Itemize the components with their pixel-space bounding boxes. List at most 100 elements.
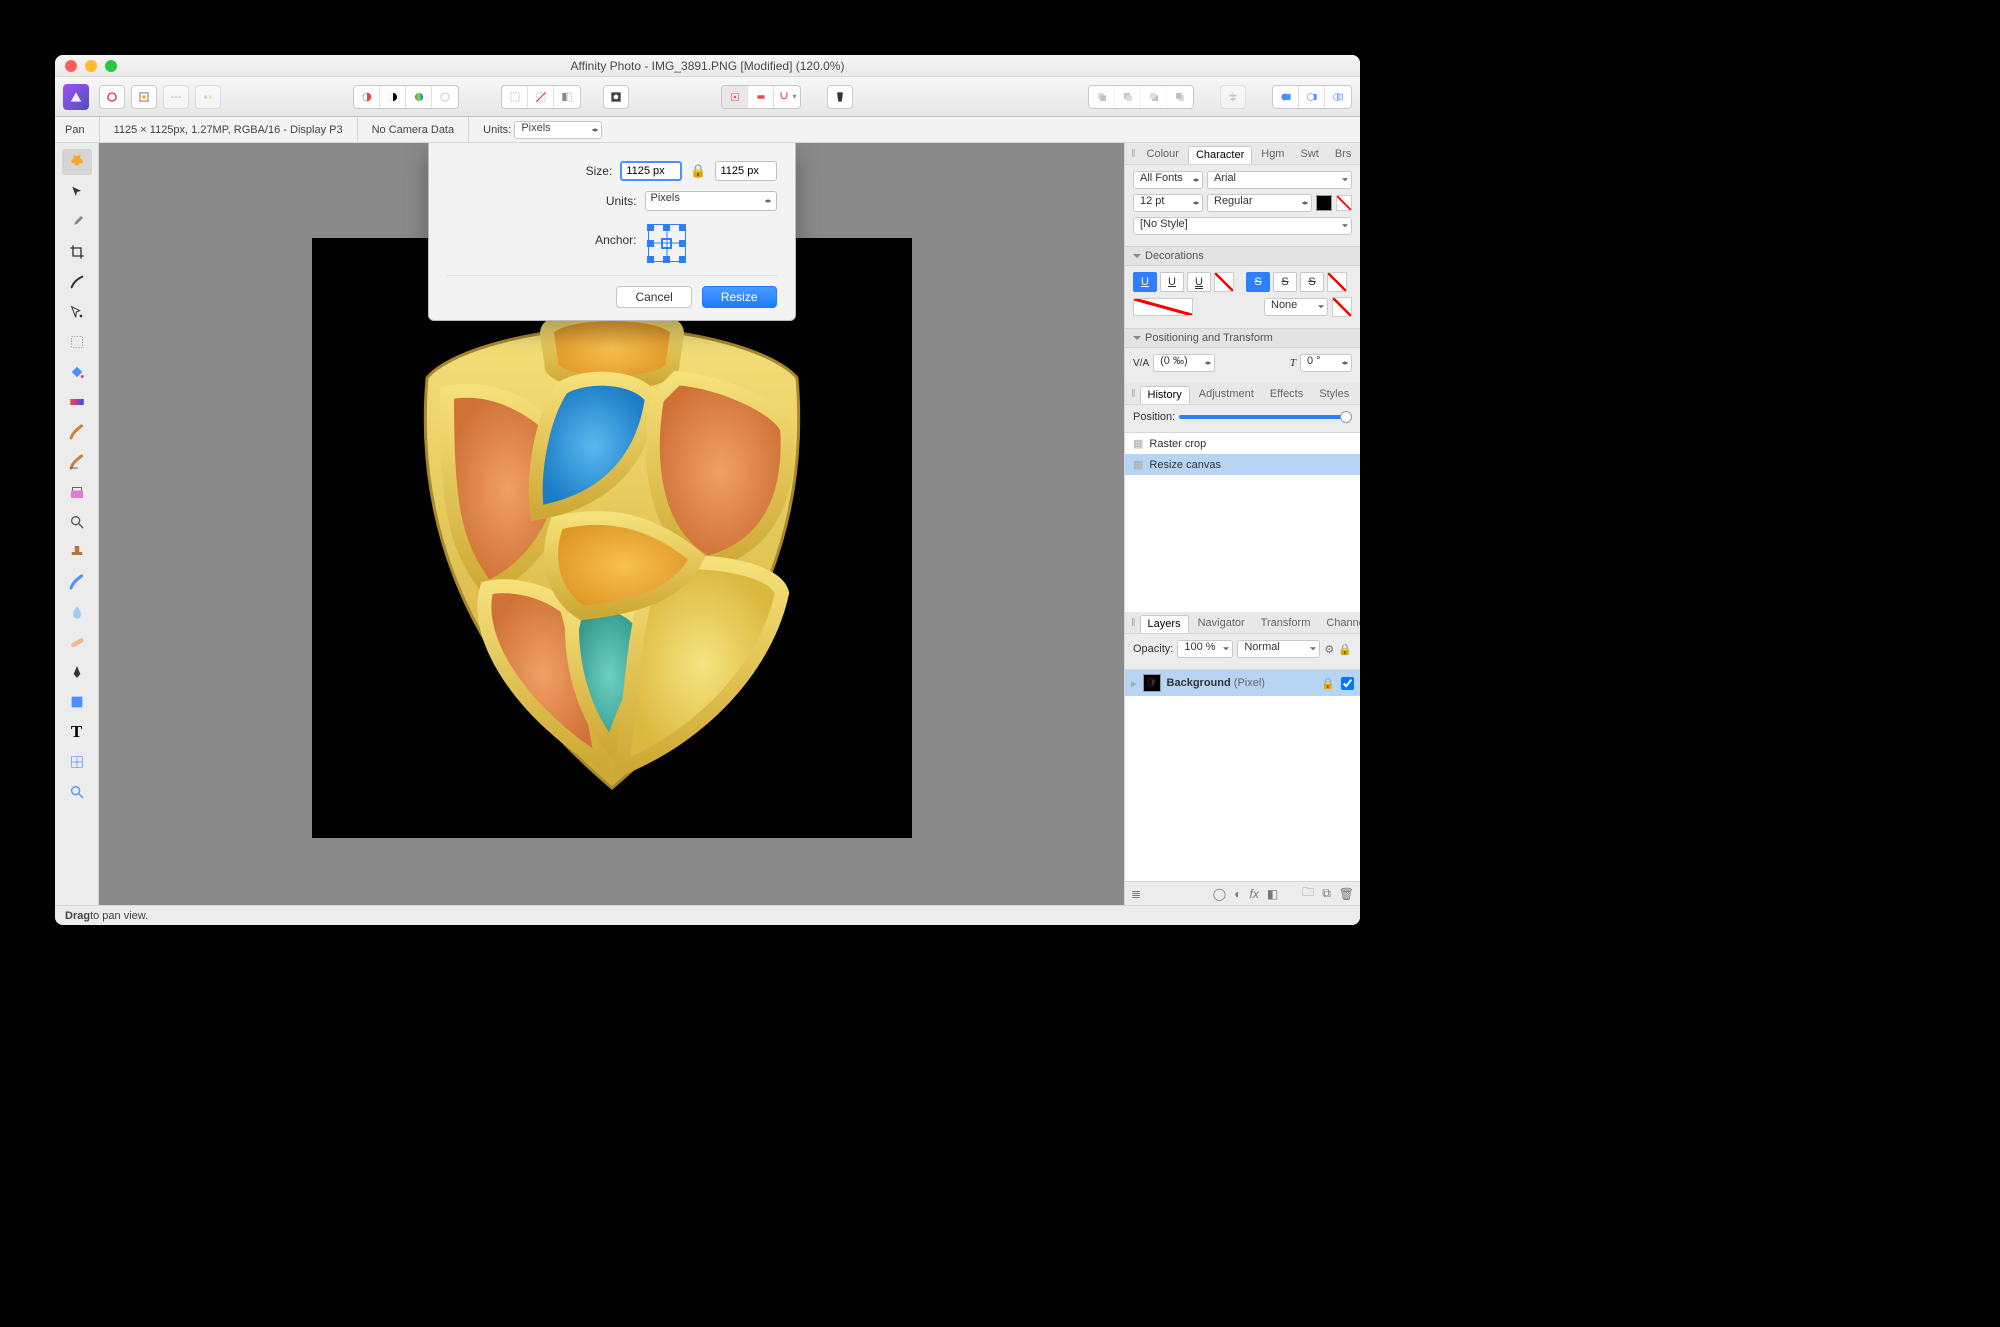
deselect-button[interactable] <box>528 86 554 108</box>
lock-layers-icon[interactable]: 🔒 <box>1338 643 1352 656</box>
paint-brush-tool[interactable] <box>62 419 92 445</box>
group-icon[interactable]: 🗀 <box>1302 883 1314 904</box>
style-preset-select[interactable]: [No Style] <box>1133 217 1352 235</box>
move-backward-button[interactable] <box>1115 86 1141 108</box>
add-button[interactable] <box>1273 86 1299 108</box>
decor-none-select[interactable]: None <box>1264 298 1328 316</box>
tab-swt[interactable]: Swt <box>1293 146 1325 162</box>
blur-tool[interactable] <box>62 599 92 625</box>
delete-layer-icon[interactable]: 🗑 <box>1339 887 1354 901</box>
photo-persona-button[interactable] <box>63 84 89 110</box>
crop-tool[interactable] <box>62 239 92 265</box>
smudge-tool[interactable] <box>62 569 92 595</box>
kerning-input[interactable]: (0 ‰) <box>1153 354 1215 372</box>
size-height-input[interactable] <box>715 161 777 181</box>
tab-colour[interactable]: Colour <box>1140 146 1186 162</box>
dialog-units-select[interactable]: Pixels <box>645 191 777 211</box>
clone-brush-tool[interactable] <box>62 479 92 505</box>
canvas-viewport[interactable]: Size: 🔒 Units: Pixels Anchor: <box>99 143 1124 905</box>
force-pixel-align-button[interactable] <box>748 86 774 108</box>
anchor-grid[interactable] <box>645 221 689 265</box>
tone-map-persona-button[interactable] <box>163 85 189 109</box>
add-layer-icon[interactable]: ⧉ <box>1322 886 1331 901</box>
move-back-button[interactable] <box>1089 86 1115 108</box>
flood-select-tool[interactable] <box>62 299 92 325</box>
mask-icon[interactable]: ◯ <box>1213 887 1226 901</box>
strike-button[interactable]: S <box>1246 272 1270 292</box>
move-forward-button[interactable] <box>1141 86 1167 108</box>
font-collection-select[interactable]: All Fonts <box>1133 171 1203 189</box>
subtract-button[interactable] <box>1299 86 1325 108</box>
intersect-button[interactable] <box>1325 86 1351 108</box>
layer-stack-icon[interactable]: ≣ <box>1131 887 1141 901</box>
rectangle-tool[interactable] <box>62 689 92 715</box>
zoom-window-button[interactable] <box>105 60 117 72</box>
auto-levels-button[interactable] <box>354 86 380 108</box>
zoom-tool[interactable] <box>62 779 92 805</box>
text-tool[interactable]: T <box>62 719 92 745</box>
adjust-icon[interactable]: ◐ <box>1234 887 1241 901</box>
layer-row[interactable]: ▸ 🛡 Background (Pixel) 🔒 <box>1125 670 1360 696</box>
snap-options-button[interactable]: ▾ <box>774 86 800 108</box>
history-position-slider[interactable] <box>1179 415 1352 419</box>
tab-effects[interactable]: Effects <box>1263 386 1310 402</box>
tab-history[interactable]: History <box>1140 386 1190 404</box>
snap-button[interactable] <box>722 86 748 108</box>
tab-hgm[interactable]: Hgm <box>1254 146 1291 162</box>
blend-mode-select[interactable]: Normal <box>1237 640 1320 658</box>
invert-selection-button[interactable] <box>554 86 580 108</box>
auto-white-balance-button[interactable] <box>432 86 458 108</box>
resize-button[interactable]: Resize <box>702 286 777 308</box>
tab-adjustment[interactable]: Adjustment <box>1192 386 1261 402</box>
strike3-button[interactable]: S <box>1300 272 1324 292</box>
close-window-button[interactable] <box>65 60 77 72</box>
history-item[interactable]: ▦Resize canvas <box>1125 454 1360 475</box>
select-all-button[interactable] <box>502 86 528 108</box>
rotation-input[interactable]: 0 ° <box>1300 354 1352 372</box>
pen-tool[interactable] <box>62 659 92 685</box>
font-family-select[interactable]: Arial <box>1207 171 1352 189</box>
font-size-select[interactable]: 12 pt <box>1133 194 1203 212</box>
strike2-button[interactable]: S <box>1273 272 1297 292</box>
strike-color[interactable] <box>1327 272 1347 292</box>
decorations-header[interactable]: Decorations <box>1125 246 1360 266</box>
move-front-button[interactable] <box>1167 86 1193 108</box>
units-select[interactable]: Pixels <box>514 121 602 139</box>
stamp-tool[interactable] <box>62 539 92 565</box>
tab-stock[interactable]: Stock <box>1358 386 1360 402</box>
cancel-button[interactable]: Cancel <box>616 286 691 308</box>
text-color-swatch[interactable] <box>1316 195 1332 211</box>
lock-aspect-icon[interactable]: 🔒 <box>690 163 706 179</box>
opacity-select[interactable]: 100 % <box>1177 640 1233 658</box>
flood-fill-tool[interactable] <box>62 359 92 385</box>
font-style-select[interactable]: Regular <box>1207 194 1312 212</box>
tab-transform[interactable]: Transform <box>1254 615 1318 631</box>
view-tool[interactable] <box>62 149 92 175</box>
underline-color[interactable] <box>1214 272 1234 292</box>
align-button[interactable] <box>1220 85 1246 109</box>
history-item[interactable]: ▦Raster crop <box>1125 433 1360 454</box>
selection-brush-tool[interactable] <box>62 269 92 295</box>
minimize-window-button[interactable] <box>85 60 97 72</box>
tab-channels[interactable]: Channels <box>1319 615 1360 631</box>
develop-persona-button[interactable] <box>131 85 157 109</box>
tab-layers[interactable]: Layers <box>1140 615 1189 633</box>
export-persona-button[interactable] <box>195 85 221 109</box>
move-tool[interactable] <box>62 179 92 205</box>
quick-mask-button[interactable] <box>603 85 629 109</box>
color-picker-tool[interactable] <box>62 209 92 235</box>
crop-icon[interactable]: ◧ <box>1267 887 1278 901</box>
positioning-header[interactable]: Positioning and Transform <box>1125 328 1360 348</box>
gradient-tool[interactable] <box>62 389 92 415</box>
tab-styles[interactable]: Styles <box>1312 386 1356 402</box>
decor-swatch2[interactable] <box>1332 297 1352 317</box>
tab-brs[interactable]: Brs <box>1328 146 1359 162</box>
underline-button[interactable]: U <box>1133 272 1157 292</box>
gear-icon[interactable]: ⚙ <box>1324 643 1334 656</box>
auto-contrast-button[interactable] <box>380 86 406 108</box>
assistant-button[interactable] <box>827 85 853 109</box>
marquee-tool[interactable] <box>62 329 92 355</box>
mesh-warp-tool[interactable] <box>62 749 92 775</box>
liquify-persona-button[interactable] <box>99 85 125 109</box>
fx-icon[interactable]: fx <box>1249 887 1258 901</box>
